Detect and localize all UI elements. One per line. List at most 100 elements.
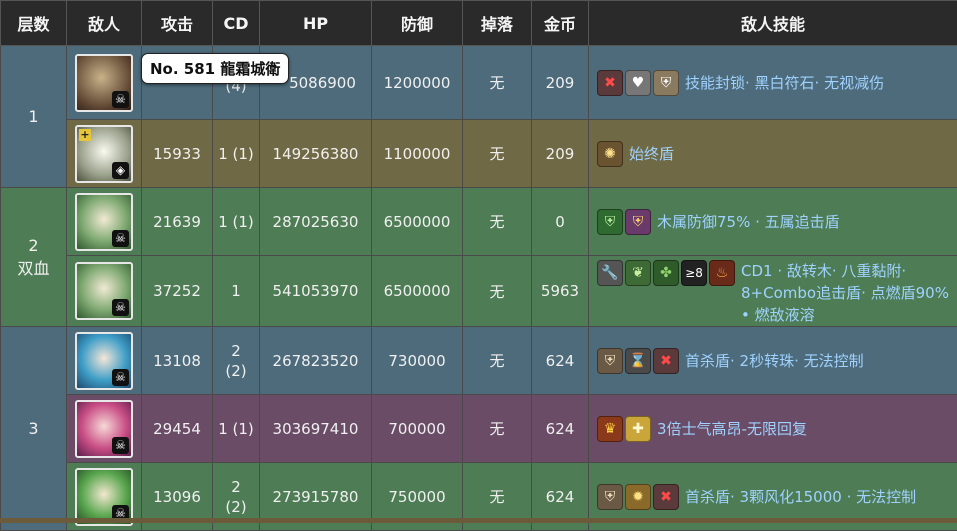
enemy-name-tooltip: No. 581 龍霜城衛 [141,53,289,84]
cd-cell: 1 (1) [213,188,260,256]
hp-cell: 287025630 [260,188,372,256]
defense-cell: 6500000 [372,256,463,327]
target-badge-icon: ◈ [112,162,129,179]
enemy-cell: ☠ [67,327,142,395]
cross-heal-icon[interactable]: ✚ [625,416,651,442]
enemy-avatar[interactable]: ☠ [75,332,133,390]
skill-description: 木属防御75% · 五属追击盾 [654,211,840,233]
skill-description: 始终盾 [626,143,674,165]
drop-cell: 无 [463,188,532,256]
multi-shield-icon[interactable]: ⛨ [625,209,651,235]
bottom-divider [0,518,957,523]
skill-description: 首杀盾· 3颗风化15000 · 无法控制 [682,486,916,508]
enemy-avatar[interactable]: + ◈ [75,125,133,183]
enemy-cell: ☠ [67,188,142,256]
skill-description: 3倍士气高昂-无限回复 [654,418,807,440]
hp-cell: 267823520 [260,327,372,395]
attack-cell: 29454 [142,395,213,463]
floor-cell: 2 双血 [1,188,67,327]
table-row: + ◈ 15933 1 (1) 149256380 1100000 无 209 … [1,120,957,188]
defense-cell: 700000 [372,395,463,463]
header-row: 层数 敌人 攻击 CD HP 防御 掉落 金币 敌人技能 [1,1,957,46]
skull-badge-icon: ☠ [112,91,129,108]
table-row: 3 ☠ 13108 2 (2) 267823520 730000 无 624 ⛨… [1,327,957,395]
attack-cell: 15933 [142,120,213,188]
floor-cell: 3 [1,327,67,531]
table-row: 2 双血 ☠ 21639 1 (1) 287025630 6500000 无 0… [1,188,957,256]
defense-cell: 1100000 [372,120,463,188]
header-skills: 敌人技能 [589,1,957,46]
coins-cell: 5963 [532,256,589,327]
drop-cell: 无 [463,120,532,188]
green-shield-icon[interactable]: ⛨ [597,209,623,235]
hp-cell: 303697410 [260,395,372,463]
header-floor: 层数 [1,1,67,46]
floor-label: 1 [28,107,38,126]
flame-crown-icon[interactable]: ♛ [597,416,623,442]
combo-8-icon[interactable]: ≥8 [681,260,707,286]
skills-cell: ✖ ♥ ⛨ 技能封锁· 黑白符石· 无视减伤 [589,46,957,120]
skills-cell: 🔧 ❦ ✤ ≥8 ♨ CD1 · 敌转木· 八重黏附· 8+Combo追击盾· … [589,256,957,327]
shield-break-icon[interactable]: ⛨ [653,70,679,96]
skill-seal-icon[interactable]: ✖ [597,70,623,96]
header-defense: 防御 [372,1,463,46]
floor-label: 2 [1,236,66,255]
cd-cell: 2 (2) [213,327,260,395]
attack-cell: 37252 [142,256,213,327]
stat-lock-icon[interactable]: ✖ [653,484,679,510]
enemy-cell: ☠ [67,395,142,463]
skill-description: CD1 · 敌转木· 八重黏附· 8+Combo追击盾· 点燃盾90% • 燃敌… [738,260,951,326]
enemy-cell: ☠ [67,256,142,327]
enemy-avatar[interactable]: ☠ [75,193,133,251]
skills-cell: ✺ 始终盾 [589,120,957,188]
defense-cell: 1200000 [372,46,463,120]
header-enemy: 敌人 [67,1,142,46]
header-attack: 攻击 [142,1,213,46]
skills-cell: ⛨ ⌛ ✖ 首杀盾· 2秒转珠· 无法控制 [589,327,957,395]
cd-cell: 1 (1) [213,120,260,188]
floor-sublabel: 双血 [1,255,66,279]
black-white-heart-icon[interactable]: ♥ [625,70,651,96]
drop-cell: 无 [463,46,532,120]
header-coins: 金币 [532,1,589,46]
burst-icon[interactable]: ✹ [625,484,651,510]
header-hp: HP [260,1,372,46]
enemy-avatar[interactable]: ☠ [75,54,133,112]
defense-cell: 730000 [372,327,463,395]
attack-cell: 21639 [142,188,213,256]
enemy-avatar[interactable]: ☠ [75,468,133,526]
hp-cell: 149256380 [260,120,372,188]
enemy-avatar[interactable]: ☠ [75,262,133,320]
cd-cell: 1 (1) [213,395,260,463]
shield-icon[interactable]: ⛨ [597,484,623,510]
hourglass-icon[interactable]: ⌛ [625,348,651,374]
enemy-cell: + ◈ [67,120,142,188]
drop-cell: 无 [463,327,532,395]
wrench-icon[interactable]: 🔧 [597,260,623,286]
hp-cell: 541053970 [260,256,372,327]
coins-cell: 624 [532,327,589,395]
stat-lock-icon[interactable]: ✖ [653,348,679,374]
skull-badge-icon: ☠ [112,230,129,247]
table-row: ☠ 37252 1 541053970 6500000 无 5963 🔧 ❦ ✤… [1,256,957,327]
drop-cell: 无 [463,395,532,463]
skull-badge-icon: ☠ [112,437,129,454]
leaf-convert-icon[interactable]: ❦ [625,260,651,286]
spiral-shield-icon[interactable]: ✺ [597,141,623,167]
drop-cell: 无 [463,256,532,327]
skills-cell: ♛ ✚ 3倍士气高昂-无限回复 [589,395,957,463]
floor-cell: 1 [1,46,67,188]
coins-cell: 209 [532,120,589,188]
coins-cell: 0 [532,188,589,256]
table-row: ☠ 29454 1 (1) 303697410 700000 无 624 ♛ ✚… [1,395,957,463]
shield-icon[interactable]: ⛨ [597,348,623,374]
header-cd: CD [213,1,260,46]
fire-icon[interactable]: ♨ [709,260,735,286]
coins-cell: 209 [532,46,589,120]
enemy-cell: ☠ [67,46,142,120]
clover-icon[interactable]: ✤ [653,260,679,286]
attack-cell: 13108 [142,327,213,395]
coins-cell: 624 [532,395,589,463]
enemy-avatar[interactable]: ☠ [75,400,133,458]
skull-badge-icon: ☠ [112,299,129,316]
